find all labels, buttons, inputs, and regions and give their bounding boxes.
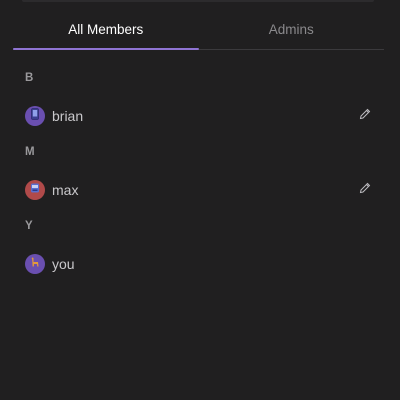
avatar [25,254,45,274]
section-header-b: B [25,72,34,84]
section-header-y: Y [25,220,34,232]
tab-all-members[interactable]: All Members [13,8,199,51]
phone-icon [30,107,40,125]
member-tabs: All Members Admins [13,8,384,51]
member-row-you[interactable]: you [13,246,384,282]
edit-button[interactable] [354,179,376,201]
member-name: max [52,182,79,198]
edit-button[interactable] [354,105,376,127]
member-name: brian [52,108,84,124]
member-row-brian[interactable]: brian [13,98,384,134]
members-panel: All Members Admins B brian M max Y you [0,0,400,400]
avatar [25,180,45,200]
pencil-icon [359,107,371,125]
active-tab-indicator [13,48,199,50]
llama-icon [29,255,41,273]
robot-icon [29,181,41,199]
tab-admins[interactable]: Admins [199,8,385,51]
member-row-max[interactable]: max [13,172,384,208]
section-header-m: M [25,146,36,158]
search-bar[interactable] [22,0,374,2]
avatar [25,106,45,126]
member-name: you [52,256,75,272]
pencil-icon [359,181,371,199]
